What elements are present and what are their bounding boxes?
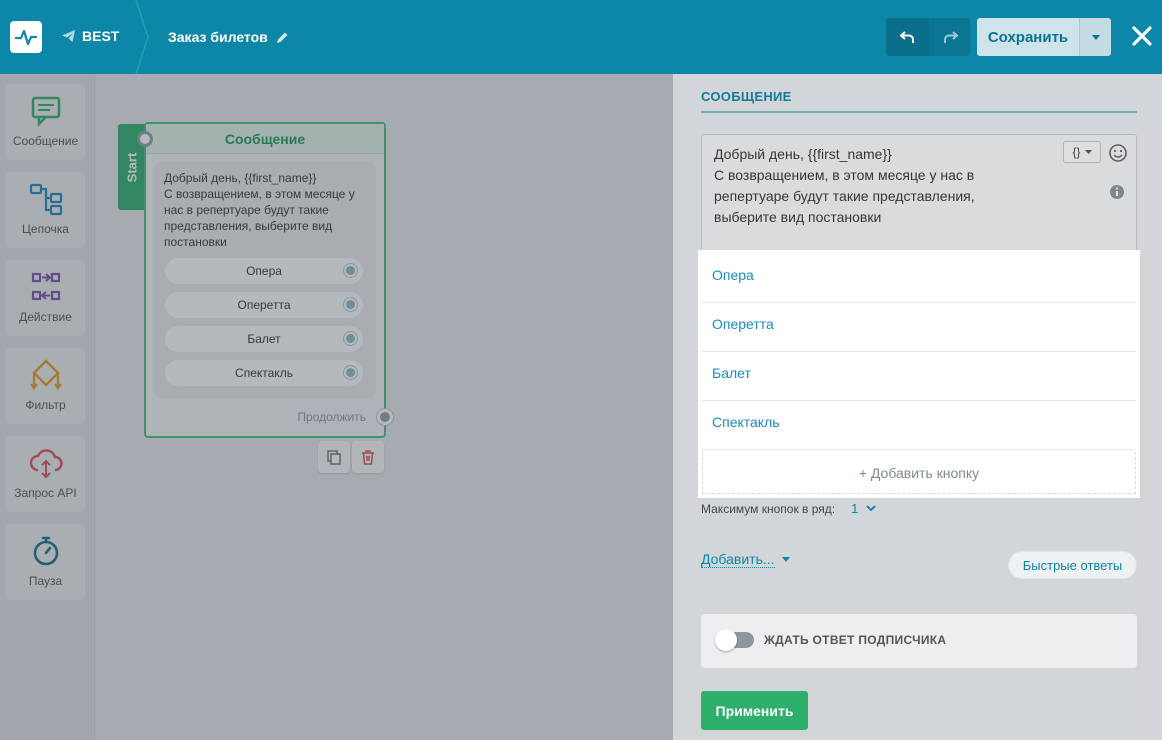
add-button-link[interactable]: + Добавить кнопку (702, 452, 1136, 494)
pencil-icon[interactable] (276, 31, 289, 44)
message-button-item[interactable]: Балет (702, 352, 1136, 401)
history-controls (886, 18, 970, 56)
wait-reply-label: ЖДАТЬ ОТВЕТ ПОДПИСЧИКА (764, 633, 947, 647)
bot-link[interactable]: BEST (62, 28, 119, 44)
max-buttons-label: Максимум кнопок в ряд: (701, 501, 836, 516)
bot-name: BEST (82, 28, 120, 44)
message-button-item[interactable]: Опера (702, 254, 1136, 303)
caret-down-icon (1091, 34, 1100, 40)
caret-down-icon[interactable] (782, 557, 790, 563)
undo-icon (899, 31, 914, 43)
undo-button[interactable] (886, 18, 929, 56)
breadcrumb-separator-icon (135, 0, 149, 74)
message-button-item[interactable]: Оперетта (702, 303, 1136, 352)
quick-replies-button[interactable]: Быстрые ответы (1008, 551, 1137, 579)
flow-title[interactable]: Заказ билетов (168, 29, 289, 45)
max-buttons-row: Максимум кнопок в ряд: 1 (701, 501, 877, 516)
toggle-knob (715, 629, 737, 651)
redo-button[interactable] (929, 18, 970, 56)
message-buttons-list: Опера Оперетта Балет Спектакль + Добавит… (698, 250, 1140, 498)
chevron-down-icon[interactable] (866, 505, 877, 512)
save-group: Сохранить (977, 18, 1111, 56)
pulse-icon (15, 29, 37, 46)
top-header: BEST Заказ билетов Сохранить (0, 0, 1162, 74)
max-buttons-select[interactable]: 1 (851, 501, 858, 516)
add-dropdown[interactable]: Добавить... (701, 551, 775, 568)
save-button[interactable]: Сохранить (977, 18, 1079, 56)
telegram-icon (62, 30, 75, 42)
app-logo[interactable] (10, 21, 42, 53)
apply-button[interactable]: Применить (701, 691, 808, 730)
wait-reply-toggle[interactable] (715, 629, 754, 651)
redo-icon (943, 31, 958, 43)
close-icon[interactable] (1130, 24, 1154, 48)
save-options-button[interactable] (1079, 18, 1111, 56)
modal-overlay (0, 74, 673, 740)
message-button-item[interactable]: Спектакль (702, 401, 1136, 450)
flow-title-text: Заказ билетов (168, 29, 268, 45)
